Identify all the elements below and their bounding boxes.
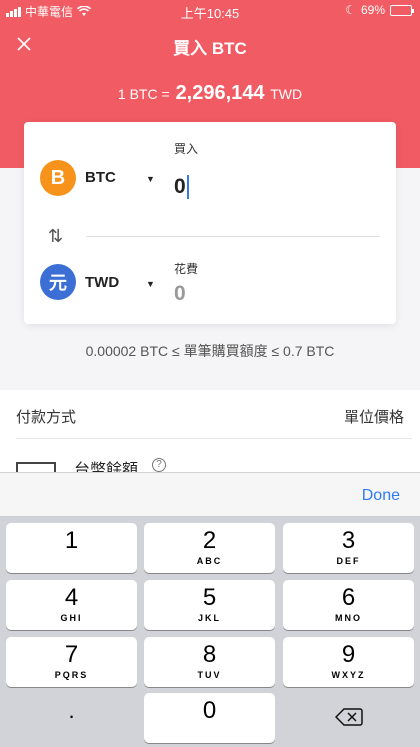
done-button[interactable]: Done [362, 487, 400, 505]
moon-icon: ☾ [345, 3, 356, 17]
to-dropdown-caret-icon[interactable]: ▼ [146, 279, 155, 289]
key-8[interactable]: 8 TUV [144, 637, 275, 687]
key-5[interactable]: 5 JKL [144, 580, 275, 630]
payment-header: 付款方式 單位價格 [16, 406, 404, 427]
backspace-key[interactable] [283, 693, 414, 743]
key-1[interactable]: 1 [6, 523, 137, 573]
close-button[interactable] [12, 32, 36, 56]
spend-amount-input[interactable]: 0 [174, 282, 186, 306]
buy-amount-input[interactable]: 0 [174, 175, 189, 199]
to-currency-select[interactable]: TWD [85, 274, 119, 291]
backspace-icon [335, 708, 363, 726]
payment-method-heading: 付款方式 [16, 409, 77, 426]
key-9[interactable]: 9 WXYZ [283, 637, 414, 687]
rate-value: 2,296,144 [175, 82, 265, 104]
spend-label: 花費 [174, 262, 199, 276]
rate-prefix: 1 BTC = [117, 86, 170, 102]
numeric-keypad: 1 2 ABC 3 DEF 4 GHI 5 JKL 6 MNO 7 PQRS 8 TUV 9W… [0, 517, 420, 747]
purchase-limit-text: 0.00002 BTC ≤ 單筆購買額度 ≤ 0.7 BTC [85, 343, 335, 359]
key-7[interactable]: 7 PQRS [6, 637, 137, 687]
key-6[interactable]: 6 MNO [283, 580, 414, 630]
key-4[interactable]: 4 GHI [6, 580, 137, 630]
from-currency-select[interactable]: BTC [85, 169, 116, 186]
payment-divider [16, 438, 412, 439]
swap-icon[interactable]: ⇅ [48, 226, 63, 247]
battery-percent: 69% [360, 3, 385, 17]
from-dropdown-caret-icon[interactable]: ▼ [146, 174, 155, 184]
nav-bar: 買入 BTC [0, 22, 420, 66]
exchange-rate: 1 BTC = 2,296,144 TWD [0, 82, 420, 105]
rate-unit: TWD [270, 86, 303, 102]
close-icon [17, 37, 31, 51]
status-right: ☾ 69% [345, 3, 414, 17]
buy-card: B BTC ▼ 買入 0 ⇅ 元 TWD ▼ 花費 0 [24, 122, 396, 324]
page-title: 買入 BTC [173, 39, 247, 58]
card-divider [86, 236, 380, 237]
key-3[interactable]: 3 DEF [283, 523, 414, 573]
status-bar: 中華電信 上午10:45 ☾ 69% [0, 0, 420, 22]
unit-price-heading: 單位價格 [343, 409, 404, 426]
key-decimal[interactable]: . [6, 693, 137, 743]
key-0[interactable]: 0 [144, 693, 275, 743]
battery-icon [390, 4, 414, 16]
buy-label: 買入 [174, 142, 199, 156]
payment-section: 付款方式 單位價格 台幣餘額 ? › [0, 390, 420, 482]
twd-icon: 元 [40, 264, 76, 300]
keyboard-toolbar: Done [0, 472, 420, 517]
bitcoin-icon: B [40, 160, 76, 196]
key-2[interactable]: 2 ABC [144, 523, 275, 573]
help-icon[interactable]: ? [152, 458, 166, 472]
